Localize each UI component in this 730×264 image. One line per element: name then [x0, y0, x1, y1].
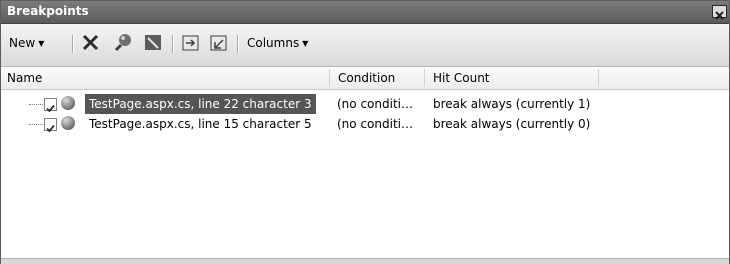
toolbar: New ▼ Columns ▼ [1, 24, 729, 67]
export-icon [182, 35, 199, 51]
column-condition[interactable]: Condition [338, 67, 395, 89]
delete-all-icon [114, 34, 131, 52]
breakpoint-condition: (no conditi… [337, 117, 413, 131]
tree-connector [29, 124, 43, 125]
toolbar-separator [72, 35, 73, 53]
column-name[interactable]: Name [7, 67, 42, 89]
column-hit-count[interactable]: Hit Count [433, 67, 490, 89]
toolbar-separator [237, 35, 238, 53]
disable-all-button[interactable] [142, 30, 164, 56]
chevron-down-icon: ▼ [302, 39, 309, 48]
delete-all-button[interactable] [112, 30, 134, 56]
chevron-down-icon: ▼ [38, 39, 45, 48]
import-icon [210, 35, 227, 51]
toolbar-separator [172, 35, 173, 53]
column-divider[interactable] [329, 69, 330, 87]
columns-button[interactable]: Columns ▼ [247, 30, 308, 56]
column-divider[interactable] [424, 69, 425, 87]
breakpoints-window: Breakpoints New ▼ Columns ▼ Name Conditi… [0, 0, 730, 264]
breakpoint-icon [61, 116, 75, 130]
column-header: Name Condition Hit Count [1, 67, 729, 90]
close-button[interactable] [712, 5, 727, 20]
breakpoint-row[interactable]: TestPage.aspx.cs, line 15 character 5 (n… [1, 114, 729, 134]
breakpoint-icon [61, 96, 75, 110]
columns-button-label: Columns [247, 36, 300, 50]
close-icon [715, 11, 724, 20]
breakpoint-checkbox[interactable] [44, 118, 57, 133]
breakpoint-condition: (no conditi… [337, 97, 413, 111]
delete-button[interactable] [80, 30, 102, 56]
window-title: Breakpoints [7, 4, 89, 18]
breakpoint-checkbox[interactable] [44, 98, 57, 113]
disable-all-icon [145, 35, 161, 50]
column-divider[interactable] [598, 69, 599, 87]
window-bottom-edge [1, 258, 729, 264]
delete-icon [82, 34, 99, 51]
breakpoint-hit-count: break always (currently 1) [433, 97, 591, 111]
import-button[interactable] [207, 30, 229, 56]
new-button[interactable]: New ▼ [9, 30, 44, 56]
title-bar: Breakpoints [1, 1, 729, 24]
new-button-label: New [9, 36, 36, 50]
check-icon [46, 104, 55, 113]
export-button[interactable] [179, 30, 201, 56]
breakpoint-row[interactable]: TestPage.aspx.cs, line 22 character 3 (n… [1, 94, 729, 114]
check-icon [46, 124, 55, 133]
tree-connector [29, 104, 43, 105]
breakpoint-hit-count: break always (currently 0) [433, 117, 591, 131]
breakpoint-list: TestPage.aspx.cs, line 22 character 3 (n… [1, 90, 729, 258]
breakpoint-name[interactable]: TestPage.aspx.cs, line 22 character 3 [85, 94, 316, 114]
breakpoint-name[interactable]: TestPage.aspx.cs, line 15 character 5 [85, 114, 316, 134]
